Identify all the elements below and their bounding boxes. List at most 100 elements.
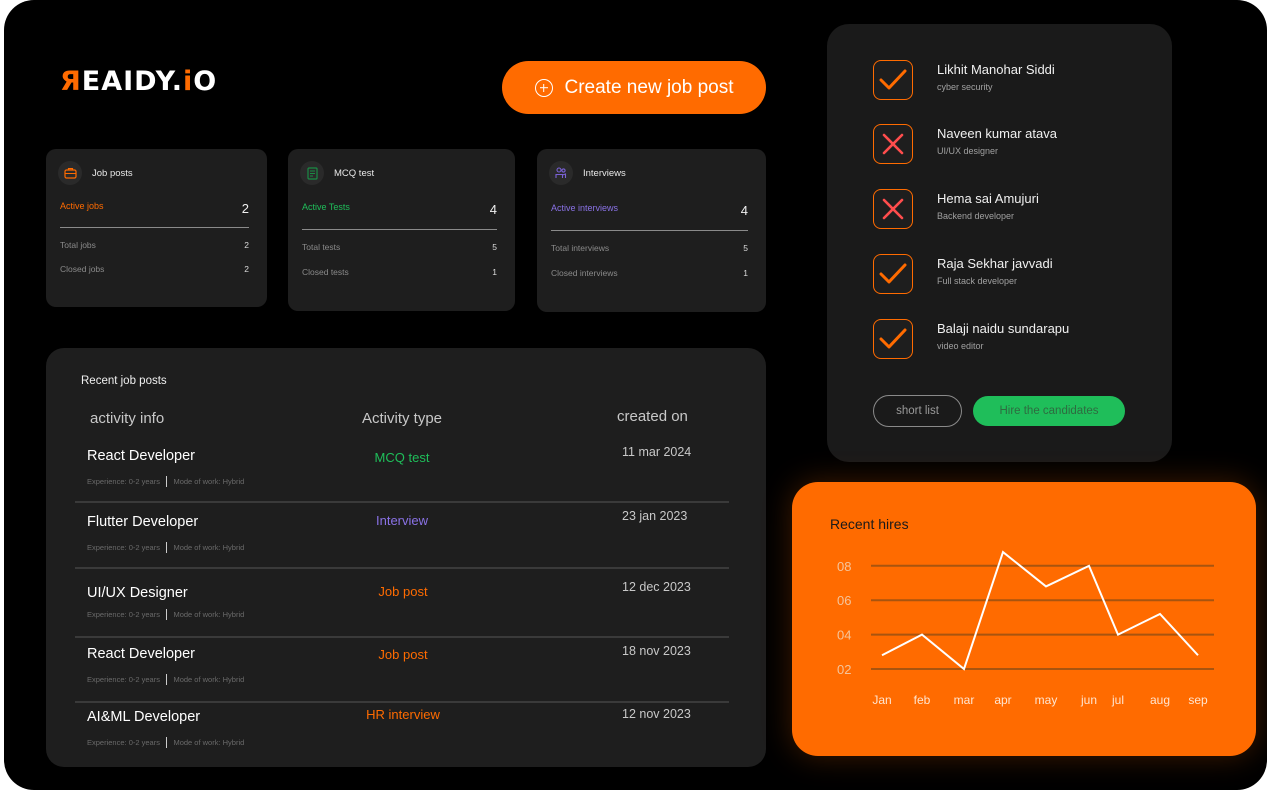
candidate-role: Backend developer — [937, 211, 1015, 221]
closed-jobs-label: Closed jobs — [60, 264, 105, 274]
job-title: React Developer — [87, 448, 195, 464]
checkmark-icon[interactable] — [873, 319, 913, 359]
closed-jobs-value: 2 — [244, 264, 249, 274]
candidate-name: Raja Sekhar javvadi — [937, 256, 1053, 271]
total-interviews-label: Total interviews — [551, 243, 610, 253]
x-tick-label: aug — [1150, 693, 1170, 707]
mode-of-work-text: Mode of work: Hybrid — [173, 477, 245, 486]
create-job-post-button[interactable]: Create new job post — [502, 61, 766, 114]
meta-divider — [165, 737, 168, 748]
cross-icon[interactable] — [873, 189, 913, 229]
active-jobs-label: Active jobs — [60, 201, 104, 211]
column-header-created-on: created on — [617, 408, 688, 425]
candidate-name: Likhit Manohar Siddi — [937, 62, 1055, 77]
y-tick-label: 04 — [837, 628, 851, 643]
job-title: UI/UX Designer — [87, 585, 188, 601]
candidate-name: Balaji naidu sundarapu — [937, 321, 1070, 336]
created-on-date: 18 nov 2023 — [622, 644, 691, 658]
candidates-panel: Likhit Manohar Siddi cyber security Naveen… — [827, 24, 1172, 462]
candidate-item[interactable]: Likhit Manohar Siddi cyber security — [873, 60, 1055, 100]
short-list-button[interactable]: short list — [873, 395, 962, 427]
meta-divider — [165, 476, 168, 487]
x-tick-label: Jan — [872, 693, 891, 707]
closed-tests-value: 1 — [492, 267, 497, 277]
total-jobs-label: Total jobs — [60, 240, 96, 250]
y-tick-label: 08 — [837, 559, 851, 574]
logo-accent-letter: Я — [60, 66, 82, 97]
row-divider — [75, 567, 729, 569]
readiy-logo: ЯEAIDY.iO — [60, 66, 217, 97]
checkmark-icon[interactable] — [873, 60, 913, 100]
created-on-date: 23 jan 2023 — [622, 509, 688, 523]
experience-text: Experience: 0-2 years — [87, 477, 160, 486]
candidate-info: Raja Sekhar javvadi Full stack developer — [937, 254, 1053, 286]
candidate-role: cyber security — [937, 82, 993, 92]
created-on-date: 11 mar 2024 — [622, 445, 692, 459]
stat-card-mcq-test[interactable]: MCQ test Active Tests 4 Total tests 5 Cl… — [288, 149, 515, 311]
hire-candidates-button[interactable]: Hire the candidates — [973, 396, 1125, 426]
stat-card-job-posts[interactable]: Job posts Active jobs 2 Total jobs 2 Clo… — [46, 149, 267, 307]
x-tick-label: mar — [954, 693, 975, 707]
x-tick-label: feb — [914, 693, 931, 707]
x-tick-label: may — [1035, 693, 1058, 707]
experience-text: Experience: 0-2 years — [87, 610, 160, 619]
mode-of-work-text: Mode of work: Hybrid — [173, 738, 245, 747]
meta-divider — [165, 542, 168, 553]
created-on-date: 12 nov 2023 — [622, 707, 691, 721]
mode-of-work-text: Mode of work: Hybrid — [173, 675, 245, 684]
closed-tests-label: Closed tests — [302, 267, 349, 277]
x-tick-label: sep — [1188, 693, 1208, 707]
experience-text: Experience: 0-2 years — [87, 675, 160, 684]
candidate-info: Balaji naidu sundarapu video editor — [937, 319, 1069, 351]
logo-text: EAIDY. — [81, 66, 183, 97]
activity-type: Interview — [375, 513, 429, 528]
job-title: AI&ML Developer — [87, 709, 201, 725]
clipboard-icon — [300, 161, 324, 185]
divider — [302, 229, 497, 230]
y-tick-label: 06 — [837, 593, 851, 608]
active-jobs-value: 2 — [241, 201, 249, 216]
experience-text: Experience: 0-2 years — [87, 543, 160, 552]
y-tick-label: 02 — [837, 662, 851, 677]
row-divider — [75, 636, 729, 638]
candidate-role: UI/UX designer — [937, 146, 999, 156]
candidate-item[interactable]: Hema sai Amujuri Backend developer — [873, 189, 1039, 229]
total-tests-label: Total tests — [302, 242, 341, 252]
total-tests-value: 5 — [492, 242, 497, 252]
activity-type: Job post — [378, 647, 428, 662]
closed-interviews-label: Closed interviews — [551, 268, 618, 278]
x-tick-label: apr — [994, 693, 1011, 707]
active-tests-label: Active Tests — [302, 202, 350, 212]
candidate-role: Full stack developer — [937, 276, 1018, 286]
x-tick-label: jun — [1080, 693, 1097, 707]
candidate-info: Naveen kumar atava UI/UX designer — [937, 124, 1057, 156]
stat-card-interviews[interactable]: Interviews Active interviews 4 Total int… — [537, 149, 766, 312]
hires-series-line — [881, 550, 1199, 671]
cross-icon[interactable] — [873, 124, 913, 164]
active-tests-value: 4 — [489, 202, 497, 217]
experience-text: Experience: 0-2 years — [87, 738, 160, 747]
candidate-item[interactable]: Naveen kumar atava UI/UX designer — [873, 124, 1057, 164]
activity-type: Job post — [378, 584, 428, 599]
total-jobs-value: 2 — [244, 240, 249, 250]
meta-divider — [165, 609, 168, 620]
total-interviews-value: 5 — [743, 243, 748, 253]
mode-of-work-text: Mode of work: Hybrid — [173, 610, 245, 619]
candidate-role: video editor — [937, 341, 984, 351]
activity-type: HR interview — [366, 707, 440, 722]
candidate-item[interactable]: Balaji naidu sundarapu video editor — [873, 319, 1069, 359]
checkmark-icon[interactable] — [873, 254, 913, 294]
job-title: React Developer — [87, 646, 195, 662]
candidate-item[interactable]: Raja Sekhar javvadi Full stack developer — [873, 254, 1053, 294]
recent-job-posts-panel: Recent job posts activity info Activity … — [46, 348, 766, 767]
candidate-info: Likhit Manohar Siddi cyber security — [937, 60, 1055, 92]
row-divider — [75, 701, 729, 703]
logo-o: O — [193, 66, 218, 97]
job-title: Flutter Developer — [87, 514, 199, 530]
divider — [60, 227, 249, 228]
active-interviews-value: 4 — [740, 203, 748, 218]
create-job-post-label: Create new job post — [564, 76, 734, 98]
recent-hires-chart: 02 04 06 08 Jan feb mar apr may jun jul aug sep — [837, 550, 1214, 707]
briefcase-icon — [58, 161, 82, 185]
stat-title: Job posts — [92, 167, 133, 179]
